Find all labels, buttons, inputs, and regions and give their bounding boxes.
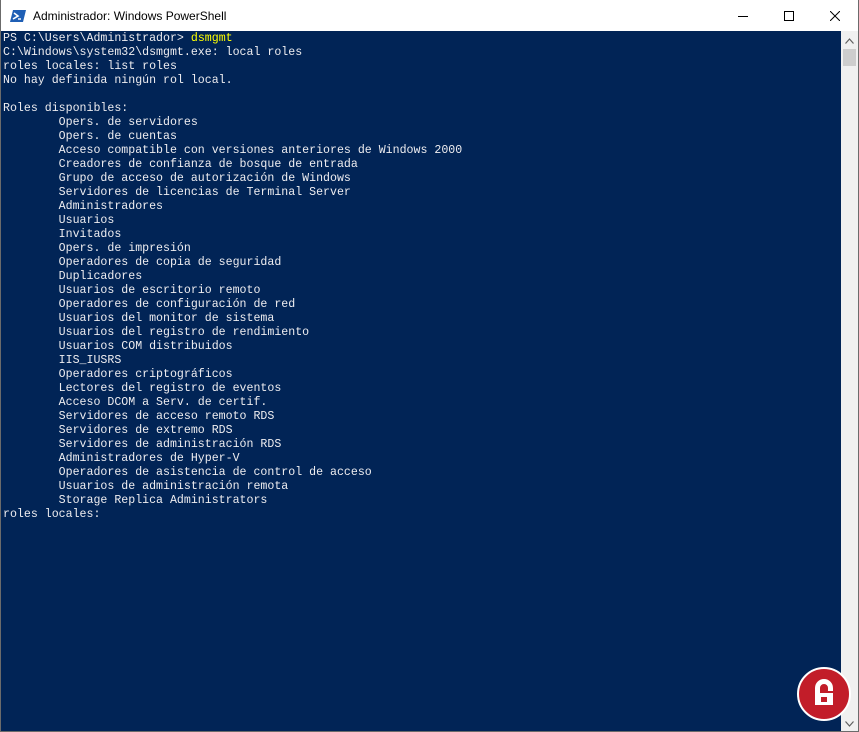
console-line: Operadores criptográficos <box>3 368 233 381</box>
close-icon <box>830 10 840 21</box>
console-line: Administradores de Hyper-V <box>3 452 240 465</box>
console-line: Duplicadores <box>3 270 143 283</box>
maximize-icon <box>784 10 794 21</box>
console-line: Administradores <box>3 200 164 213</box>
console-line: Acceso compatible con versiones anterior… <box>3 144 463 157</box>
maximize-button[interactable] <box>766 0 812 31</box>
console-line: Opers. de cuentas <box>3 130 177 143</box>
scroll-thumb[interactable] <box>843 49 856 66</box>
console-line: roles locales: list roles <box>3 60 177 73</box>
console-line: Operadores de asistencia de control de a… <box>3 466 372 479</box>
chevron-up-icon <box>845 31 854 49</box>
console-line: Invitados <box>3 228 122 241</box>
watermark-graphic <box>815 679 833 705</box>
vertical-scrollbar[interactable] <box>841 31 858 731</box>
output-lines: C:\Windows\system32\dsmgmt.exe: local ro… <box>3 46 462 521</box>
console-line: Usuarios <box>3 214 115 227</box>
console-line: Servidores de acceso remoto RDS <box>3 410 275 423</box>
scroll-up-button[interactable] <box>841 31 858 48</box>
console-output[interactable]: PS C:\Users\Administrador> dsmgmt C:\Win… <box>1 31 841 731</box>
console-line: Lectores del registro de eventos <box>3 382 282 395</box>
console-line: Usuarios del registro de rendimiento <box>3 326 310 339</box>
console-line: Opers. de servidores <box>3 116 198 129</box>
console-line: Creadores de confianza de bosque de entr… <box>3 158 358 171</box>
minimize-button[interactable] <box>720 0 766 31</box>
console-line: Servidores de extremo RDS <box>3 424 233 437</box>
console-line: Servidores de administración RDS <box>3 438 282 451</box>
console-line: C:\Windows\system32\dsmgmt.exe: local ro… <box>3 46 303 59</box>
console-line: No hay definida ningún rol local. <box>3 74 233 87</box>
console-line: roles locales: <box>3 508 108 521</box>
console-line: Storage Replica Administrators <box>3 494 268 507</box>
console-line: Operadores de configuración de red <box>3 298 296 311</box>
powershell-icon <box>10 8 26 24</box>
title-bar[interactable]: Administrador: Windows PowerShell <box>1 0 858 31</box>
command-text: dsmgmt <box>190 32 233 45</box>
close-button[interactable] <box>812 0 858 31</box>
console-line: Usuarios de escritorio remoto <box>3 284 261 297</box>
window-title: Administrador: Windows PowerShell <box>33 9 227 23</box>
watermark-logo <box>797 667 851 721</box>
console-text: PS C:\Users\Administrador> dsmgmt C:\Win… <box>3 32 462 522</box>
minimize-icon <box>738 11 748 21</box>
console-line: IIS_IUSRS <box>3 354 122 367</box>
console-line: Operadores de copia de seguridad <box>3 256 282 269</box>
console-line: Usuarios de administración remota <box>3 480 289 493</box>
prompt-text: PS C:\Users\Administrador> <box>3 32 191 45</box>
console-line: Roles disponibles: <box>3 102 129 115</box>
console-line: Opers. de impresión <box>3 242 191 255</box>
powershell-window: Administrador: Windows PowerShell PS C:\… <box>0 0 859 732</box>
console-line: Servidores de licencias de Terminal Serv… <box>3 186 351 199</box>
console-line: Grupo de acceso de autorización de Windo… <box>3 172 351 185</box>
console-line: Usuarios COM distribuidos <box>3 340 233 353</box>
console-line: Usuarios del monitor de sistema <box>3 312 275 325</box>
console-line: Acceso DCOM a Serv. de certif. <box>3 396 268 409</box>
